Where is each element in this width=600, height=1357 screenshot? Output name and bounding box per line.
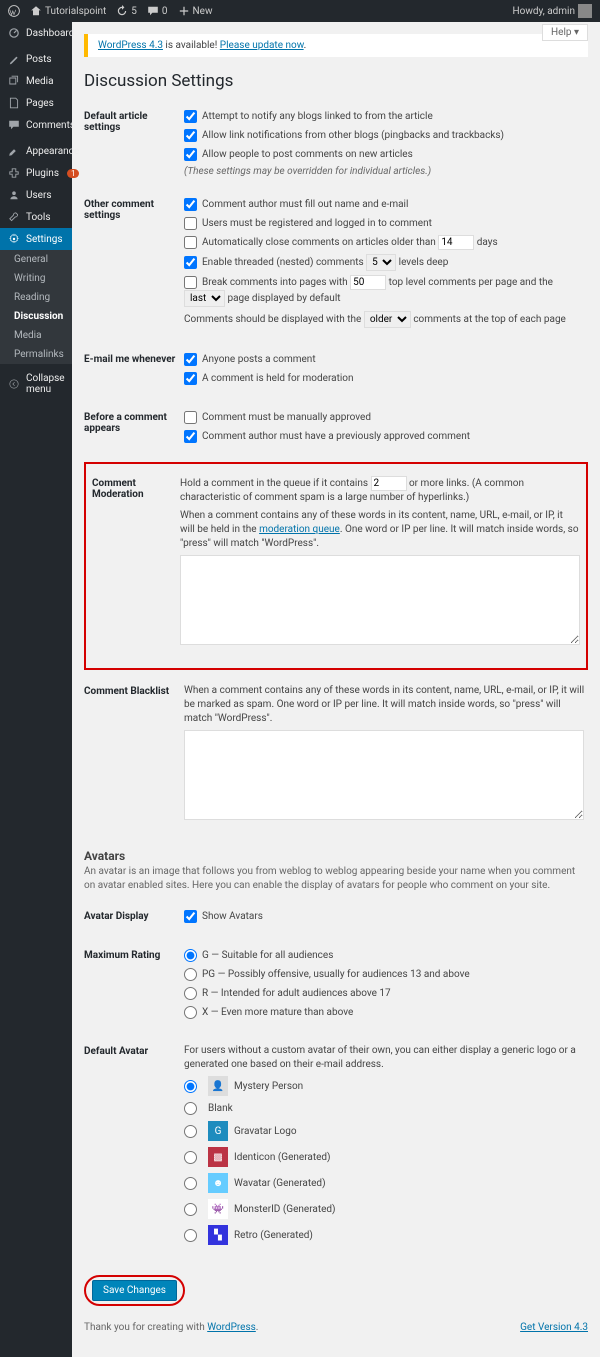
menu-settings[interactable]: Settings xyxy=(0,228,72,250)
get-version-link[interactable]: Get Version 4.3 xyxy=(520,1322,588,1333)
comments-link[interactable]: 0 xyxy=(147,5,168,17)
submenu-writing[interactable]: Writing xyxy=(0,269,72,288)
opt-prev-approved[interactable]: Comment author must have a previously ap… xyxy=(184,429,588,444)
submenu-discussion[interactable]: Discussion xyxy=(0,307,72,326)
save-changes-button[interactable]: Save Changes xyxy=(92,1280,177,1301)
avatar-identicon[interactable]: ▩Identicon (Generated) xyxy=(184,1147,588,1167)
admin-sidebar: Dashboard Posts Media Pages Comments App… xyxy=(0,22,72,1357)
opt-threaded[interactable]: Enable threaded (nested) comments 5 leve… xyxy=(184,254,588,271)
opt-email-anyone[interactable]: Anyone posts a comment xyxy=(184,352,588,367)
avatar-wavatar[interactable]: ☻Wavatar (Generated) xyxy=(184,1173,588,1193)
row-blacklist: Comment Blacklist xyxy=(84,678,184,837)
row-email-me: E-mail me whenever xyxy=(84,346,184,404)
opt-show-avatars[interactable]: Show Avatars xyxy=(184,909,588,924)
update-version-link[interactable]: WordPress 4.3 xyxy=(98,40,163,51)
howdy-account[interactable]: Howdy, admin xyxy=(513,4,592,18)
mod-links-input[interactable] xyxy=(371,476,407,491)
submenu-reading[interactable]: Reading xyxy=(0,288,72,307)
admin-toolbar: Tutorialspoint 5 0 New Howdy, admin xyxy=(0,0,600,22)
avatar-monsterid[interactable]: 👾MonsterID (Generated) xyxy=(184,1199,588,1219)
mod-words-hint: When a comment contains any of these wor… xyxy=(180,509,580,551)
monsterid-icon: 👾 xyxy=(208,1199,228,1219)
default-page-select[interactable]: last xyxy=(184,290,225,307)
opt-name-email[interactable]: Comment author must fill out name and e-… xyxy=(184,197,588,212)
row-moderation: Comment Moderation xyxy=(92,470,180,662)
avatar-mystery[interactable]: 👤Mystery Person xyxy=(184,1076,588,1096)
opt-manual-approve[interactable]: Comment must be manually approved xyxy=(184,410,588,425)
mod-links-hint: Hold a comment in the queue if it contai… xyxy=(180,476,580,505)
avatar-blank[interactable]: Blank xyxy=(184,1102,588,1115)
moderation-queue-link[interactable]: moderation queue xyxy=(259,524,340,535)
menu-dashboard[interactable]: Dashboard xyxy=(0,22,72,44)
comment-moderation-highlight: Comment Moderation Hold a comment in the… xyxy=(84,462,588,670)
menu-plugins[interactable]: Plugins1 xyxy=(0,162,72,184)
opt-trackback[interactable]: Allow link notifications from other blog… xyxy=(184,128,588,143)
submenu-permalinks[interactable]: Permalinks xyxy=(0,345,72,364)
wordpress-link[interactable]: WordPress xyxy=(207,1322,256,1333)
site-name-link[interactable]: Tutorialspoint xyxy=(30,5,106,17)
menu-posts[interactable]: Posts xyxy=(0,48,72,70)
wp-logo-icon[interactable] xyxy=(8,5,20,17)
submenu-general[interactable]: General xyxy=(0,250,72,269)
opt-allow-comments[interactable]: Allow people to post comments on new art… xyxy=(184,147,588,162)
menu-pages[interactable]: Pages xyxy=(0,92,72,114)
footer: Thank you for creating with WordPress. G… xyxy=(84,1322,588,1333)
row-max-rating: Maximum Rating xyxy=(84,942,184,1038)
avatars-heading: Avatars xyxy=(84,849,588,863)
blacklist-hint: When a comment contains any of these wor… xyxy=(184,684,588,726)
row-avatar-display: Avatar Display xyxy=(84,903,184,942)
opt-pingback[interactable]: Attempt to notify any blogs linked to fr… xyxy=(184,109,588,124)
collapse-menu[interactable]: Collapse menu xyxy=(0,368,72,400)
page-title: Discussion Settings xyxy=(84,71,588,91)
rating-r[interactable]: R — Intended for adult audiences above 1… xyxy=(184,986,588,1001)
opt-email-held[interactable]: A comment is held for moderation xyxy=(184,371,588,386)
avatar-retro[interactable]: ▚Retro (Generated) xyxy=(184,1225,588,1245)
identicon-icon: ▩ xyxy=(208,1147,228,1167)
submenu-media[interactable]: Media xyxy=(0,326,72,345)
comment-order-select[interactable]: older xyxy=(364,311,411,328)
override-note: (These settings may be overridden for in… xyxy=(184,166,588,177)
rating-g[interactable]: G — Suitable for all audiences xyxy=(184,948,588,963)
row-before-appears: Before a comment appears xyxy=(84,404,184,462)
opt-order: Comments should be displayed with the ol… xyxy=(184,311,588,328)
opt-paged[interactable]: Break comments into pages with top level… xyxy=(184,275,588,307)
default-avatar-hint: For users without a custom avatar of the… xyxy=(184,1044,588,1072)
rating-x[interactable]: X — Even more mature than above xyxy=(184,1005,588,1020)
wavatar-icon: ☻ xyxy=(208,1173,228,1193)
autoclose-days-input[interactable] xyxy=(438,235,474,250)
save-highlight: Save Changes xyxy=(84,1275,185,1306)
menu-tools[interactable]: Tools xyxy=(0,206,72,228)
mystery-person-icon: 👤 xyxy=(208,1076,228,1096)
row-other-comment: Other comment settings xyxy=(84,191,184,346)
row-default-avatar: Default Avatar xyxy=(84,1038,184,1265)
updates-link[interactable]: 5 xyxy=(116,5,137,17)
menu-comments[interactable]: Comments xyxy=(0,114,72,136)
gravatar-logo-icon: G xyxy=(208,1121,228,1141)
row-default-article: Default article settings xyxy=(84,103,184,191)
retro-icon: ▚ xyxy=(208,1225,228,1245)
avatars-desc: An avatar is an image that follows you f… xyxy=(84,865,588,893)
update-now-link[interactable]: Please update now xyxy=(220,40,304,51)
menu-media[interactable]: Media xyxy=(0,70,72,92)
perpage-input[interactable] xyxy=(350,275,386,290)
settings-submenu: General Writing Reading Discussion Media… xyxy=(0,250,72,364)
menu-users[interactable]: Users xyxy=(0,184,72,206)
rating-pg[interactable]: PG — Possibly offensive, usually for aud… xyxy=(184,967,588,982)
opt-registered[interactable]: Users must be registered and logged in t… xyxy=(184,216,588,231)
avatar-gravatar[interactable]: GGravatar Logo xyxy=(184,1121,588,1141)
opt-autoclose[interactable]: Automatically close comments on articles… xyxy=(184,235,588,250)
moderation-keys-textarea[interactable] xyxy=(180,555,580,645)
main-content: Help ▾ WordPress 4.3 is available! Pleas… xyxy=(72,22,600,1357)
threaded-levels-select[interactable]: 5 xyxy=(366,254,396,271)
new-content-link[interactable]: New xyxy=(178,5,213,17)
menu-appearance[interactable]: Appearance xyxy=(0,140,72,162)
blacklist-keys-textarea[interactable] xyxy=(184,730,584,820)
help-tab[interactable]: Help ▾ xyxy=(542,24,588,41)
update-nag: WordPress 4.3 is available! Please updat… xyxy=(84,34,588,57)
